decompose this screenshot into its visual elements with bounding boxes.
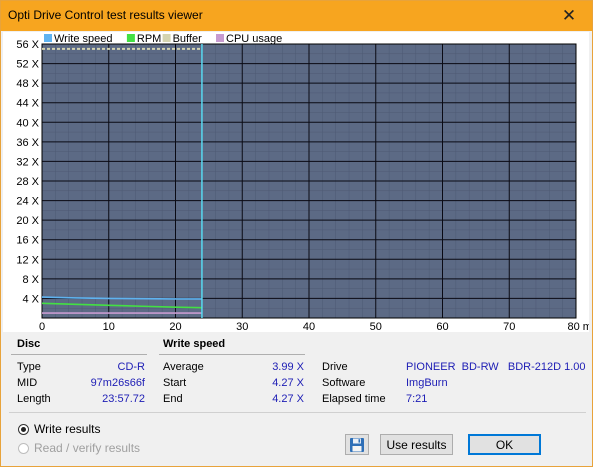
write-speed-section-title: Write speed (163, 338, 226, 350)
y-tick-label: 48 X (16, 78, 39, 90)
average-value: 3.99 X (272, 361, 304, 373)
disc-type-label: Type (17, 361, 41, 373)
average-label: Average (163, 361, 204, 373)
disc-mid-label: MID (17, 377, 38, 389)
y-tick-label: 44 X (16, 98, 39, 110)
y-tick-label: 24 X (16, 196, 39, 208)
y-tick-label: 8 X (22, 274, 39, 286)
x-tick-label: 30 (236, 321, 248, 332)
elapsed-time-value: 7:21 (406, 393, 428, 405)
start-label: Start (163, 377, 187, 389)
disc-length-value: 23:57.72 (102, 393, 145, 405)
x-tick-label: 0 (39, 321, 45, 332)
x-tick-label: 20 (169, 321, 181, 332)
legend-label: RPM (137, 33, 161, 45)
title-bar[interactable]: Opti Drive Control test results viewer ✕ (1, 1, 592, 31)
software-label: Software (322, 377, 366, 389)
y-tick-label: 56 X (16, 39, 39, 51)
y-tick-label: 12 X (16, 254, 39, 266)
close-button[interactable]: ✕ (546, 1, 592, 31)
legend-label: Write speed (54, 33, 113, 45)
legend-swatch (44, 34, 52, 42)
read-verify-radio (18, 443, 29, 454)
x-tick-label: 80 min (567, 321, 589, 332)
legend-swatch (216, 34, 224, 42)
y-tick-label: 16 X (16, 235, 39, 247)
legend-swatch (162, 34, 171, 42)
close-icon: ✕ (561, 6, 577, 25)
x-tick-label: 10 (103, 321, 115, 332)
start-value: 4.27 X (272, 377, 304, 389)
write-results-radio[interactable] (18, 424, 29, 435)
y-tick-label: 52 X (16, 59, 39, 71)
disc-type-value: CD-R (117, 361, 146, 373)
x-tick-label: 70 (503, 321, 515, 332)
save-button[interactable] (345, 434, 369, 455)
software-value: ImgBurn (406, 377, 448, 389)
elapsed-time-label: Elapsed time (322, 393, 386, 405)
legend-label: Buffer (173, 33, 202, 45)
y-tick-label: 20 X (16, 215, 39, 227)
bottom-separator (9, 412, 586, 413)
ok-button[interactable]: OK (468, 434, 541, 455)
end-value: 4.27 X (272, 393, 304, 405)
y-tick-label: 32 X (16, 156, 39, 168)
disc-length-label: Length (17, 393, 51, 405)
y-tick-label: 4 X (22, 293, 39, 305)
x-tick-label: 60 (436, 321, 448, 332)
x-tick-label: 40 (303, 321, 315, 332)
legend-label: CPU usage (226, 33, 282, 45)
chart-panel: 4 X 8 X 12 X 16 X 20 X 24 X 28 X 32 X 36 X 40 X 44… (3, 32, 589, 332)
write-results-label[interactable]: Write results (34, 422, 100, 436)
window-title: Opti Drive Control test results viewer (8, 8, 203, 22)
results-viewer-window: Opti Drive Control test results viewer ✕… (0, 0, 593, 467)
disc-mid-value: 97m26s66f (90, 377, 145, 389)
legend-swatch (126, 34, 135, 42)
read-verify-label: Read / verify results (34, 441, 141, 455)
y-tick-label: 40 X (16, 117, 39, 129)
y-tick-label: 36 X (16, 137, 39, 149)
floppy-disk-icon (350, 437, 364, 452)
disc-section-title: Disc (17, 338, 41, 350)
drive-value: PIONEER BD-RW BDR-212D 1.00 (406, 361, 586, 373)
drive-label: Drive (322, 361, 348, 373)
y-tick-label: 28 X (16, 176, 39, 188)
use-results-button[interactable]: Use results (380, 434, 453, 455)
x-tick-label: 50 (370, 321, 382, 332)
write-speed-chart: 4 X 8 X 12 X 16 X 20 X 24 X 28 X 32 X 36 X 40 X 44… (16, 33, 589, 332)
disc-separator (11, 354, 147, 355)
end-label: End (163, 393, 183, 405)
write-speed-separator (159, 354, 305, 355)
